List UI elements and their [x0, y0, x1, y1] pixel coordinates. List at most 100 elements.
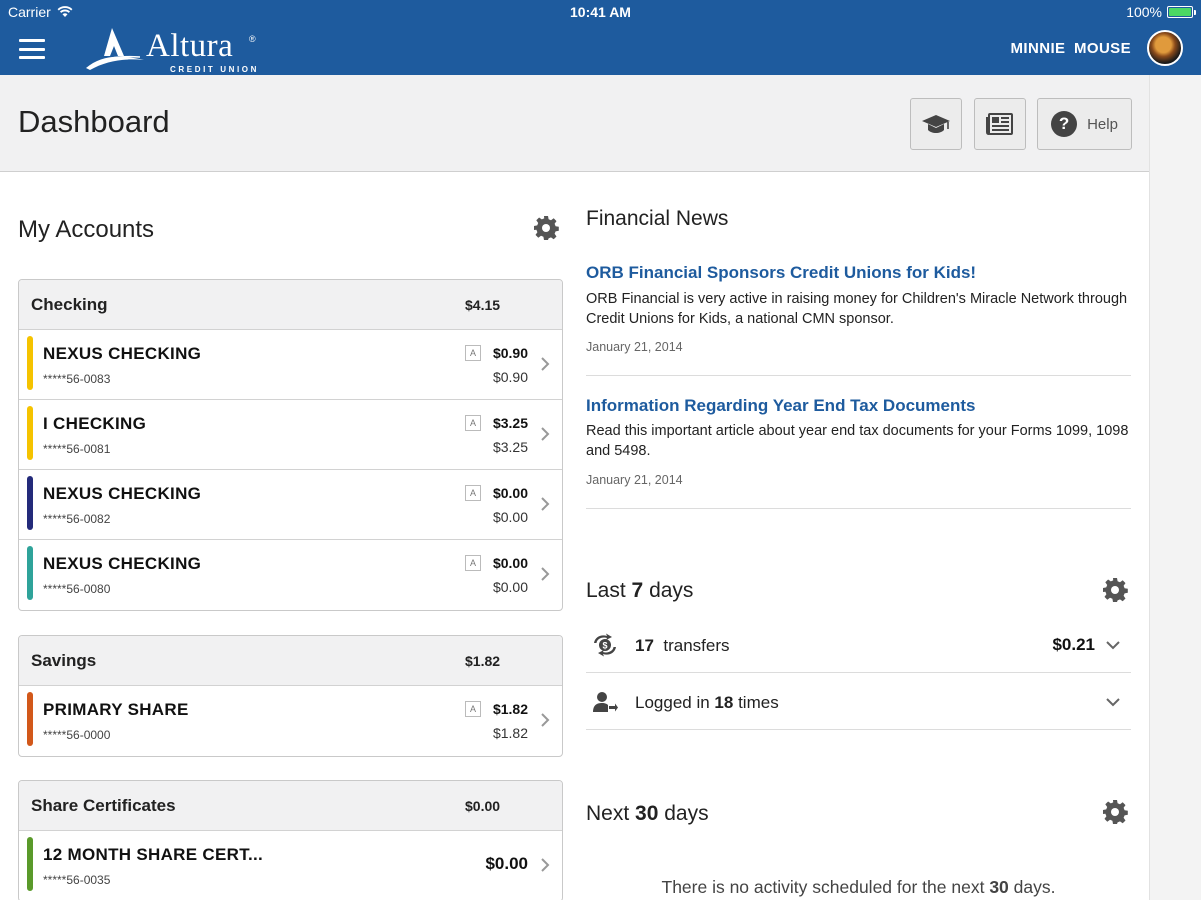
account-row[interactable]: PRIMARY SHARE *****56-0000 A $1.82 $1.82 [19, 686, 562, 756]
account-balance: $3.25 [492, 439, 528, 455]
divider [586, 375, 1131, 376]
account-row[interactable]: I CHECKING *****56-0081 A $3.25 $3.25 [19, 400, 562, 470]
chevron-right-icon [541, 567, 550, 581]
graduation-cap-icon [922, 115, 950, 133]
logins-text: Logged in 18 times [635, 693, 779, 713]
account-color-bar [27, 406, 33, 460]
svg-text:$: $ [602, 641, 607, 651]
last-days-prefix: Last [586, 579, 626, 602]
account-color-bar [27, 692, 33, 746]
battery-percent: 100% [1126, 4, 1162, 20]
page-title: Dashboard [18, 104, 170, 139]
account-group-name: Checking [31, 295, 108, 314]
gear-icon[interactable] [1102, 799, 1128, 825]
account-name: NEXUS CHECKING [43, 484, 202, 503]
page-gutter [1149, 75, 1201, 900]
news-button[interactable] [974, 98, 1026, 150]
available-badge: A [465, 555, 481, 571]
account-group-total: $0.00 [465, 798, 501, 814]
news-headline[interactable]: ORB Financial Sponsors Credit Unions for… [586, 263, 976, 283]
logins-row[interactable]: Logged in 18 times [586, 674, 1131, 730]
news-date: January 21, 2014 [586, 473, 683, 487]
gear-icon[interactable] [1102, 577, 1128, 603]
account-number: *****56-0000 [43, 728, 111, 742]
account-group-total: $4.15 [465, 297, 501, 313]
brand-name: Altura [146, 28, 234, 64]
news-headline[interactable]: Information Regarding Year End Tax Docum… [586, 396, 976, 416]
account-group-name: Savings [31, 651, 97, 670]
next-days-title: Next 30 days [586, 802, 709, 826]
account-name: NEXUS CHECKING [43, 344, 202, 363]
user-name[interactable]: MINNIE MOUSE [1011, 40, 1131, 57]
account-balance: $0.00 [492, 509, 528, 525]
chevron-right-icon [541, 357, 550, 371]
available-badge: A [465, 701, 481, 717]
account-group-header[interactable]: Checking $4.15 [19, 280, 562, 330]
chevron-down-icon[interactable] [1105, 696, 1121, 708]
gear-icon[interactable] [533, 215, 559, 241]
altura-logo[interactable]: Altura ® CREDIT UNION [84, 26, 264, 74]
account-number: *****56-0080 [43, 582, 111, 596]
account-group-header[interactable]: Savings $1.82 [19, 636, 562, 686]
account-group-total: $1.82 [465, 653, 501, 669]
news-body: Read this important article about year e… [586, 423, 1129, 459]
account-color-bar [27, 336, 33, 390]
account-row[interactable]: NEXUS CHECKING *****56-0082 A $0.00 $0.00 [19, 470, 562, 540]
chevron-right-icon [541, 497, 550, 511]
help-button[interactable]: ? Help [1037, 98, 1132, 150]
education-button[interactable] [910, 98, 962, 150]
user-login-icon [593, 692, 618, 712]
available-badge: A [465, 485, 481, 501]
account-number: *****56-0081 [43, 442, 111, 456]
account-balance: $0.00 [492, 579, 528, 595]
account-available: $0.00 [492, 555, 528, 571]
account-color-bar [27, 476, 33, 530]
account-number: *****56-0082 [43, 512, 111, 526]
chevron-down-icon[interactable] [1105, 639, 1121, 651]
account-balance: $0.90 [492, 369, 528, 385]
chevron-right-icon [541, 713, 550, 727]
account-row[interactable]: NEXUS CHECKING *****56-0083 A $0.90 $0.90 [19, 330, 562, 400]
page-header: Dashboard ? Help [0, 75, 1149, 172]
account-number: *****56-0035 [43, 873, 111, 887]
account-row[interactable]: NEXUS CHECKING *****56-0080 A $0.00 $0.00 [19, 540, 562, 610]
battery-status: 100% [1126, 4, 1196, 20]
account-name: 12 MONTH SHARE CERT... [43, 845, 264, 864]
account-group-header[interactable]: Share Certificates $0.00 [19, 781, 562, 831]
transfer-icon: $ [594, 633, 616, 657]
transfers-row[interactable]: $ 17 transfers $0.21 [586, 617, 1131, 673]
brand-subtitle: CREDIT UNION [170, 65, 259, 74]
logins-prefix: Logged in [635, 693, 710, 712]
next-days-count: 30 [635, 802, 659, 825]
menu-icon[interactable] [19, 39, 45, 59]
news-body: ORB Financial is very active in raising … [586, 291, 1128, 327]
last-days-suffix: days [649, 579, 694, 602]
account-row[interactable]: 12 MONTH SHARE CERT... *****56-0035 $0.00 [19, 831, 562, 900]
app-header: Altura ® CREDIT UNION MINNIE MOUSE [0, 24, 1201, 75]
help-label: Help [1087, 115, 1118, 133]
account-group: Share Certificates $0.00 12 MONTH SHARE CE… [18, 780, 563, 900]
account-available: $1.82 [492, 701, 528, 717]
help-icon: ? [1051, 111, 1078, 137]
newspaper-icon [986, 113, 1013, 135]
financial-news-title: Financial News [586, 207, 729, 230]
divider [586, 508, 1131, 509]
last-days-title: Last 7 days [586, 579, 693, 603]
account-name: I CHECKING [43, 414, 147, 433]
account-balance: $1.82 [492, 725, 528, 741]
transfers-amount: $0.21 [1052, 635, 1095, 654]
account-color-bar [27, 546, 33, 600]
next-days-suffix: days [664, 802, 709, 825]
logo-mountain-icon [86, 28, 144, 70]
chevron-right-icon [541, 858, 550, 872]
available-badge: A [465, 345, 481, 361]
account-available: $0.00 [492, 485, 528, 501]
clock: 10:41 AM [570, 4, 631, 20]
chevron-right-icon [541, 427, 550, 441]
status-bar: Carrier 10:41 AM 100% [0, 0, 1201, 24]
empty-prefix: There is no activity scheduled for the n… [661, 877, 985, 897]
avatar[interactable] [1147, 30, 1183, 66]
next-days-prefix: Next [586, 802, 630, 825]
account-name: NEXUS CHECKING [43, 554, 202, 573]
transfers-text: 17 transfers [635, 636, 730, 656]
